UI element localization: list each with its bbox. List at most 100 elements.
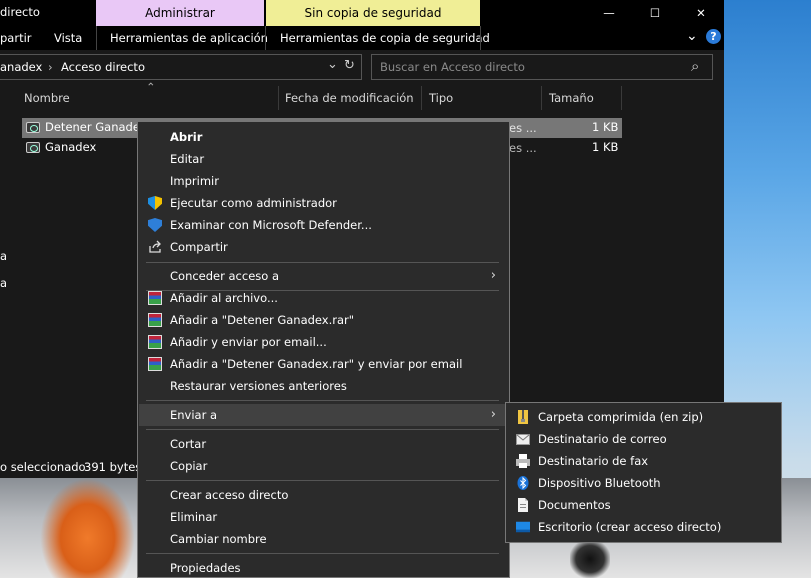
menu-item-eliminar[interactable]: Eliminar [139,506,508,528]
menu-separator [146,262,499,263]
address-bar[interactable]: anadex › Acceso directo ⌄ ↻ [0,54,362,80]
context-tab-administrar[interactable]: Administrar [96,0,264,26]
title-bar: directo Administrar Sin copia de segurid… [0,0,724,26]
menu-item-label: Añadir a "Detener Ganadex.rar" [170,313,355,327]
zip-folder-icon [516,410,530,424]
close-button[interactable]: ✕ [678,0,724,26]
menu-item-editar[interactable]: Editar [139,148,508,170]
help-icon[interactable]: ? [706,29,721,44]
nav-pane-item[interactable]: a [0,276,7,290]
menu-item-imprimir[interactable]: Imprimir [139,170,508,192]
winrar-icon [148,335,162,349]
search-icon[interactable]: ⌕ [691,57,699,75]
menu-item-label: Cortar [170,437,207,451]
file-name: Detener Ganadex [45,120,147,134]
menu-item-anadir-rar-email[interactable]: Añadir a "Detener Ganadex.rar" y enviar … [139,353,508,375]
menu-item-label: Destinatario de fax [538,454,649,468]
mail-icon [516,432,530,446]
menu-item-anadir-enviar-email[interactable]: Añadir y enviar por email... [139,331,508,353]
file-type: es ... [509,121,537,135]
column-divider[interactable] [541,86,542,110]
menu-item-copiar[interactable]: Copiar [139,455,508,477]
sendto-documentos[interactable]: Documentos [507,494,780,516]
refresh-icon[interactable]: ↻ [344,58,355,73]
wallpaper-bird-feet [40,478,135,578]
collapse-ribbon-icon[interactable]: ⌄ [686,28,698,44]
menu-item-anadir-rar[interactable]: Añadir a "Detener Ganadex.rar" [139,309,508,331]
menu-item-cortar[interactable]: Cortar [139,433,508,455]
column-divider[interactable] [621,86,622,110]
tab-vista[interactable]: Vista [54,31,82,45]
menu-separator [146,553,499,554]
menu-item-label: Conceder acceso a [170,269,280,283]
context-tab-backup[interactable]: Sin copia de seguridad [266,0,480,26]
minimize-button[interactable]: — [586,0,632,26]
column-tamano[interactable]: Tamaño [549,91,594,105]
breadcrumb-acceso-directo[interactable]: Acceso directo [61,60,145,74]
menu-item-label: Carpeta comprimida (en zip) [538,410,704,424]
uac-shield-icon [148,196,162,210]
tab-herramientas-copia[interactable]: Herramientas de copia de seguridad [280,31,490,45]
breadcrumb-separator: › [48,60,53,74]
menu-item-restaurar-versiones[interactable]: Restaurar versiones anteriores [139,375,508,397]
menu-item-conceder-acceso[interactable]: Conceder acceso a › [139,265,508,287]
menu-separator [146,429,499,430]
menu-item-defender[interactable]: Examinar con Microsoft Defender... [139,214,508,236]
nav-pane-item[interactable]: a [0,249,7,263]
chevron-right-icon: › [490,407,496,422]
tab-compartir[interactable]: partir [0,31,32,45]
menu-item-label: Editar [170,152,205,166]
menu-separator [146,400,499,401]
shortcut-file-icon [26,122,40,133]
winrar-icon [148,357,162,371]
menu-item-label: Documentos [538,498,611,512]
file-type: es ... [509,141,537,155]
sendto-fax[interactable]: Destinatario de fax [507,450,780,472]
desktop-icon [516,520,530,534]
sendto-correo[interactable]: Destinatario de correo [507,428,780,450]
column-fecha[interactable]: Fecha de modificación [285,91,414,105]
menu-item-label: Escritorio (crear acceso directo) [538,520,722,534]
menu-item-cambiar-nombre[interactable]: Cambiar nombre [139,528,508,550]
fax-icon [516,454,530,468]
menu-item-compartir[interactable]: Compartir [139,236,508,258]
menu-item-label: Cambiar nombre [170,532,267,546]
address-dropdown-icon[interactable]: ⌄ [327,57,338,72]
menu-item-label: Copiar [170,459,208,473]
menu-item-ejecutar-admin[interactable]: Ejecutar como administrador [139,192,508,214]
chevron-right-icon: › [490,268,496,283]
breadcrumb-ganadex[interactable]: anadex [0,60,42,74]
sendto-zip[interactable]: Carpeta comprimida (en zip) [507,406,780,428]
status-size: 391 bytes [84,460,142,474]
status-selection: o seleccionado [0,460,86,474]
menu-item-anadir-archivo[interactable]: Añadir al archivo... [139,287,508,309]
context-menu: Abrir Editar Imprimir Ejecutar como admi… [137,121,510,578]
column-divider[interactable] [278,86,279,110]
bluetooth-icon [516,476,530,490]
ribbon-divider [96,26,97,50]
menu-item-crear-acceso-directo[interactable]: Crear acceso directo [139,484,508,506]
sendto-bluetooth[interactable]: Dispositivo Bluetooth [507,472,780,494]
shortcut-file-icon [26,142,40,153]
menu-item-label: Propiedades [170,561,241,575]
search-box[interactable]: Buscar en Acceso directo ⌕ [371,54,713,80]
sendto-escritorio[interactable]: Escritorio (crear acceso directo) [507,516,780,538]
menu-item-label: Añadir al archivo... [170,291,278,305]
menu-item-label: Crear acceso directo [170,488,289,502]
menu-item-enviar-a[interactable]: Enviar a › [139,404,508,426]
ribbon-divider [480,26,481,50]
menu-item-label: Examinar con Microsoft Defender... [170,218,372,232]
column-tipo[interactable]: Tipo [429,91,453,105]
column-header: ⌃ Nombre Fecha de modificación Tipo Tama… [0,80,724,112]
column-nombre[interactable]: Nombre [24,91,70,105]
menu-item-label: Abrir [170,130,203,144]
menu-item-label: Añadir a "Detener Ganadex.rar" y enviar … [170,357,463,371]
menu-item-propiedades[interactable]: Propiedades [139,557,508,578]
menu-item-label: Imprimir [170,174,219,188]
menu-item-label: Ejecutar como administrador [170,196,337,210]
menu-item-abrir[interactable]: Abrir [139,126,508,148]
defender-icon [148,218,162,232]
column-divider[interactable] [421,86,422,110]
tab-herramientas-aplicacion[interactable]: Herramientas de aplicación [110,31,268,45]
maximize-button[interactable]: ☐ [632,0,678,26]
